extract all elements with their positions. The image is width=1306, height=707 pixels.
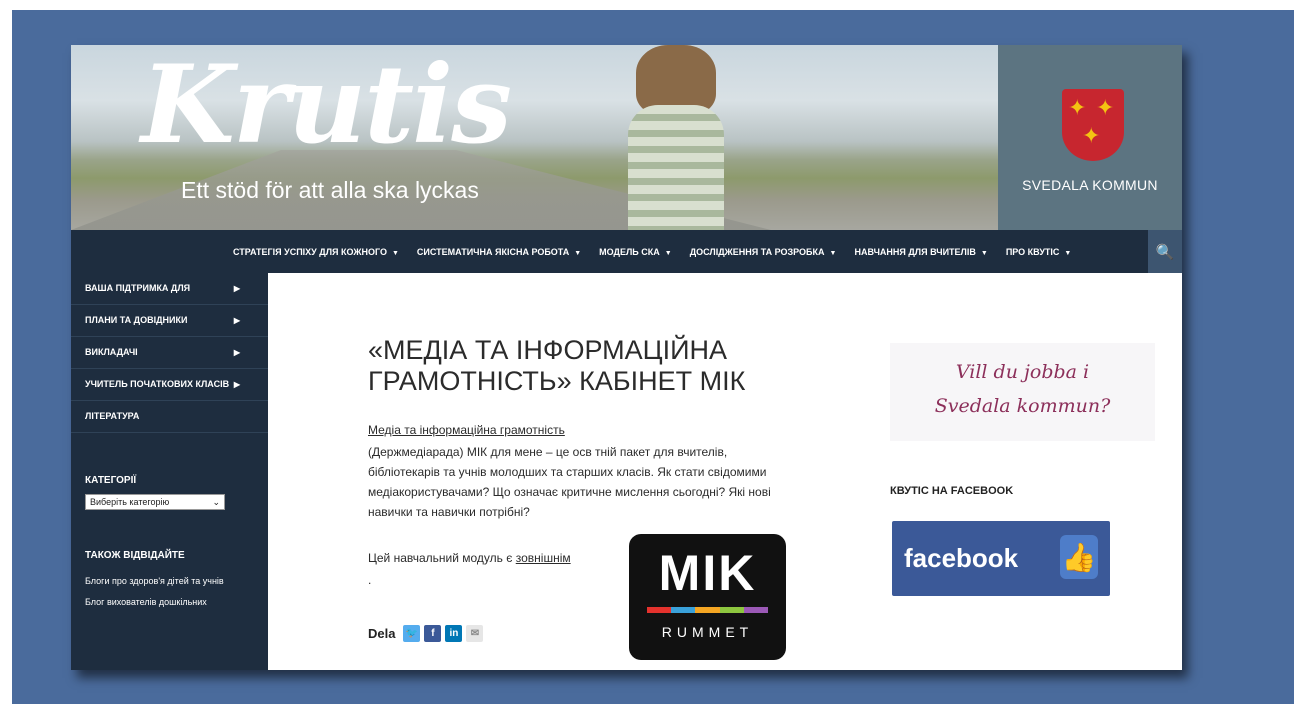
facebook-banner[interactable]: facebook 👍 <box>892 521 1110 596</box>
sidebar-item-plans[interactable]: ПЛАНИ ТА ДОВІДНИКИ ▶ <box>71 305 268 337</box>
categories-title: КАТЕГОРІЇ <box>85 475 137 486</box>
caret-down-icon: ▼ <box>574 249 582 257</box>
sidebar-item-primary-teacher[interactable]: УЧИТЕЛЬ ПОЧАТКОВИХ КЛАСІВ ▶ <box>71 369 268 401</box>
caret-down-icon: ▼ <box>829 249 837 257</box>
mik-logo-sub: RUMMET <box>661 624 754 640</box>
post-title: «МЕДІА ТА ІНФОРМАЦІЙНА ГРАМОТНІСТЬ» КАБІ… <box>368 335 746 396</box>
category-select[interactable]: Виберіть категорію ⌄ <box>85 494 225 510</box>
facebook-widget-title: КВУТІС НА FACEBOOK <box>890 485 1014 497</box>
nav-item-about[interactable]: ПРО КВУТІС ▼ <box>1006 247 1072 257</box>
sidebar: ВАША ПІДТРИМКА ДЛЯ ▶ ПЛАНИ ТА ДОВІДНИКИ ▶ … <box>71 273 268 670</box>
caret-down-icon: ▼ <box>391 249 399 257</box>
main-content: «МЕДІА ТА ІНФОРМАЦІЙНА ГРАМОТНІСТЬ» КАБІ… <box>268 273 882 670</box>
caret-down-icon: ▼ <box>980 249 988 257</box>
kommun-name: SVEDALA KOMMUN <box>1022 177 1158 193</box>
thumbs-up-icon: 👍 <box>1060 535 1098 579</box>
visit-link-preschool-blog[interactable]: Блог вихователів дошкільних <box>85 596 254 609</box>
header-photo: Krutis Ett stöd för att alla ska lyckas <box>71 45 998 230</box>
mik-logo-word: MIK <box>658 545 757 601</box>
visit-link-health-blogs[interactable]: Блоги про здоров'я дітей та учнів <box>85 575 254 588</box>
sidebar-item-teachers[interactable]: ВИКЛАДАЧІ ▶ <box>71 337 268 369</box>
main-nav: СТРАТЕГІЯ УСПІХУ ДЛЯ КОЖНОГО ▼ СИСТЕМАТИЧ… <box>71 230 1182 273</box>
arrow-right-icon: ▶ <box>233 348 240 357</box>
linkedin-icon[interactable]: in <box>445 625 463 642</box>
mik-color-bar <box>647 607 769 613</box>
search-button[interactable]: 🔍 <box>1148 230 1182 273</box>
facebook-icon[interactable]: f <box>424 625 442 642</box>
sidebar-item-support[interactable]: ВАША ПІДТРИМКА ДЛЯ ▶ <box>71 273 268 305</box>
site-tagline: Ett stöd för att alla ska lyckas <box>181 177 479 203</box>
mik-rummet-logo[interactable]: MIK RUMMET <box>629 534 786 660</box>
arrow-right-icon: ▶ <box>233 380 240 389</box>
site-logo[interactable]: Krutis <box>141 51 512 159</box>
search-icon: 🔍 <box>1155 243 1175 261</box>
external-link[interactable]: зовнішнім <box>516 551 571 565</box>
sidebar-item-literature[interactable]: ЛІТЕРАТУРА <box>71 401 268 433</box>
post-body: (Держмедіарада) МІК для мене – це осв тн… <box>368 445 771 519</box>
kommun-logo-panel[interactable]: ✦ ✦ ✦ SVEDALA KOMMUN <box>998 45 1182 230</box>
arrow-right-icon: ▶ <box>233 316 240 325</box>
media-literacy-link[interactable]: Медіа та інформаційна грамотність <box>368 423 565 437</box>
nav-item-teacher-training[interactable]: НАВЧАННЯ ДЛЯ ВЧИТЕЛІВ ▼ <box>854 247 987 257</box>
job-banner-text: Vill du jobba i Svedala kommun? <box>934 361 1111 417</box>
nav-item-research[interactable]: ДОСЛІДЖЕННЯ ТА РОЗРОБКА ▼ <box>690 247 837 257</box>
nav-item-strategy[interactable]: СТРАТЕГІЯ УСПІХУ ДЛЯ КОЖНОГО ▼ <box>233 247 399 257</box>
website-page: Krutis Ett stöd för att alla ska lyckas … <box>71 45 1182 670</box>
module-line: Цей навчальний модуль є зовнішнім <box>368 551 571 565</box>
girl-shirt <box>628 105 724 230</box>
coat-of-arms-icon: ✦ ✦ ✦ <box>1062 89 1124 161</box>
caret-down-icon: ▼ <box>1064 249 1072 257</box>
also-visit-title: ТАКОЖ ВІДВІДАЙТЕ <box>85 550 185 561</box>
chevron-down-icon: ⌄ <box>212 496 220 507</box>
share-bar: Dela 🐦 f in ✉ <box>368 625 484 642</box>
girl-figure <box>616 45 736 230</box>
post-period: . <box>368 573 372 587</box>
right-sidebar: Vill du jobba i Svedala kommun? КВУТІС Н… <box>882 273 1182 670</box>
share-label: Dela <box>368 626 396 641</box>
facebook-wordmark: facebook <box>904 543 1019 573</box>
job-banner[interactable]: Vill du jobba i Svedala kommun? <box>890 343 1155 441</box>
arrow-right-icon: ▶ <box>233 284 240 293</box>
site-header: Krutis Ett stöd för att alla ska lyckas … <box>71 45 1182 230</box>
nav-item-quality-work[interactable]: СИСТЕМАТИЧНА ЯКІСНА РОБОТА ▼ <box>417 247 581 257</box>
twitter-icon[interactable]: 🐦 <box>403 625 421 642</box>
nav-item-ska-model[interactable]: МОДЕЛЬ СКА ▼ <box>599 247 672 257</box>
caret-down-icon: ▼ <box>664 249 672 257</box>
email-icon[interactable]: ✉ <box>466 625 484 642</box>
